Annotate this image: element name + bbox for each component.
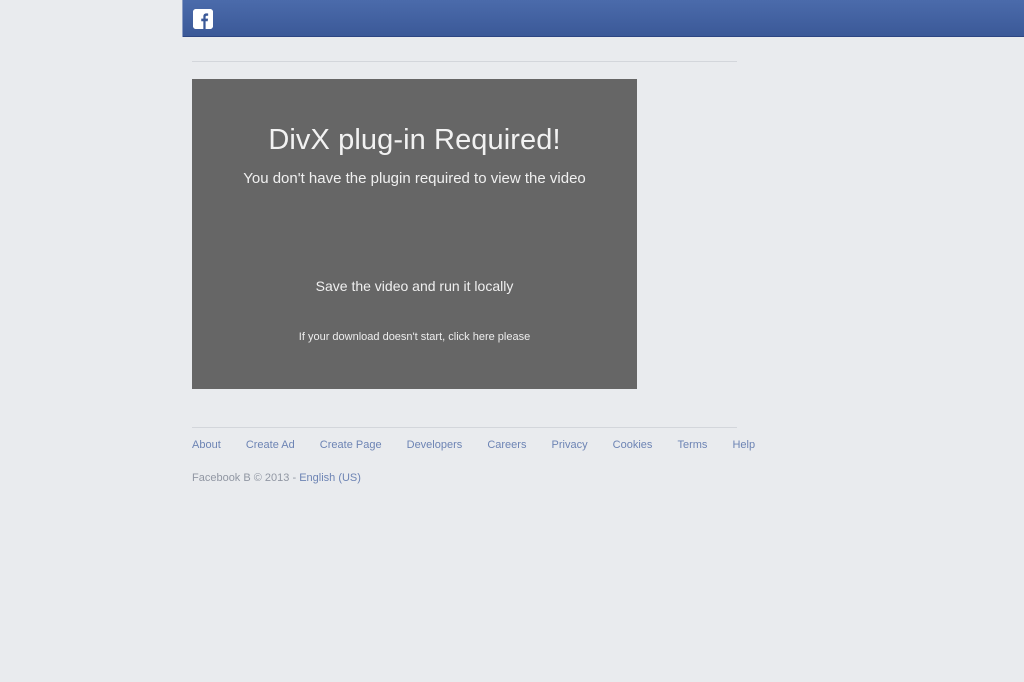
plugin-required-title: DivX plug-in Required! — [268, 124, 561, 156]
download-hint-link[interactable]: If your download doesn't start, click he… — [192, 330, 637, 345]
footer-link-cookies[interactable]: Cookies — [613, 437, 653, 453]
footer-link-create-page[interactable]: Create Page — [320, 437, 382, 453]
video-placeholder[interactable]: DivX plug-in Required! You don't have th… — [192, 79, 637, 389]
language-link[interactable]: English (US) — [299, 472, 361, 484]
copyright-separator: - — [292, 472, 297, 484]
content-top-divider — [192, 61, 737, 62]
top-bar-left-edge — [182, 0, 183, 37]
footer-link-help[interactable]: Help — [732, 437, 755, 453]
footer-link-privacy[interactable]: Privacy — [552, 437, 588, 453]
facebook-top-bar — [182, 0, 1024, 37]
footer-link-careers[interactable]: Careers — [487, 437, 526, 453]
footer-links: About Create Ad Create Page Developers C… — [192, 437, 755, 453]
footer-copyright: Facebook B © 2013 - English (US) — [192, 471, 361, 486]
footer-link-terms[interactable]: Terms — [677, 437, 707, 453]
copyright-text: Facebook B © 2013 — [192, 472, 290, 484]
footer-link-developers[interactable]: Developers — [407, 437, 463, 453]
save-video-text: Save the video and run it locally — [315, 278, 514, 294]
footer-link-about[interactable]: About — [192, 437, 221, 453]
footer-divider — [192, 427, 737, 428]
footer-link-create-ad[interactable]: Create Ad — [246, 437, 295, 453]
facebook-f-logo-icon[interactable] — [193, 9, 213, 29]
plugin-required-subtitle: You don't have the plugin required to vi… — [243, 170, 586, 187]
